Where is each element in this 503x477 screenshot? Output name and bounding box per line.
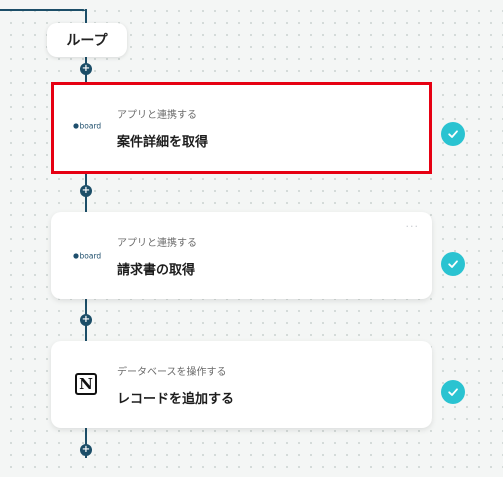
notion-logo-icon: N	[75, 373, 97, 395]
step-title: 請求書の取得	[117, 263, 196, 278]
step-card-add-record[interactable]: N データベースを操作する レコードを追加する	[51, 341, 432, 428]
board-logo-icon: board	[73, 122, 102, 131]
add-step-button[interactable]: +	[80, 314, 92, 326]
check-icon	[441, 380, 465, 404]
flow-line	[0, 9, 85, 11]
svg-text:board: board	[80, 122, 102, 131]
step-card-get-invoice[interactable]: board アプリと連携する 請求書の取得 ···	[51, 212, 432, 299]
loop-label: ループ	[66, 33, 108, 49]
step-type-label: データベースを操作する	[117, 367, 227, 378]
step-type-label: アプリと連携する	[117, 238, 197, 249]
check-icon	[441, 122, 465, 146]
add-step-button[interactable]: +	[80, 185, 92, 197]
step-type-label: アプリと連携する	[117, 110, 197, 121]
svg-text:board: board	[80, 252, 102, 261]
board-logo-icon: board	[73, 252, 102, 261]
add-step-button[interactable]: +	[80, 444, 92, 456]
more-options-icon[interactable]: ···	[406, 220, 420, 233]
loop-node[interactable]: ループ	[47, 23, 127, 57]
check-icon	[441, 252, 465, 276]
step-title: レコードを追加する	[117, 392, 235, 407]
step-title: 案件詳細を取得	[117, 135, 209, 150]
add-step-button[interactable]: +	[80, 63, 92, 75]
flow-line	[85, 9, 87, 23]
step-card-get-case-details[interactable]: board アプリと連携する 案件詳細を取得	[51, 82, 432, 174]
